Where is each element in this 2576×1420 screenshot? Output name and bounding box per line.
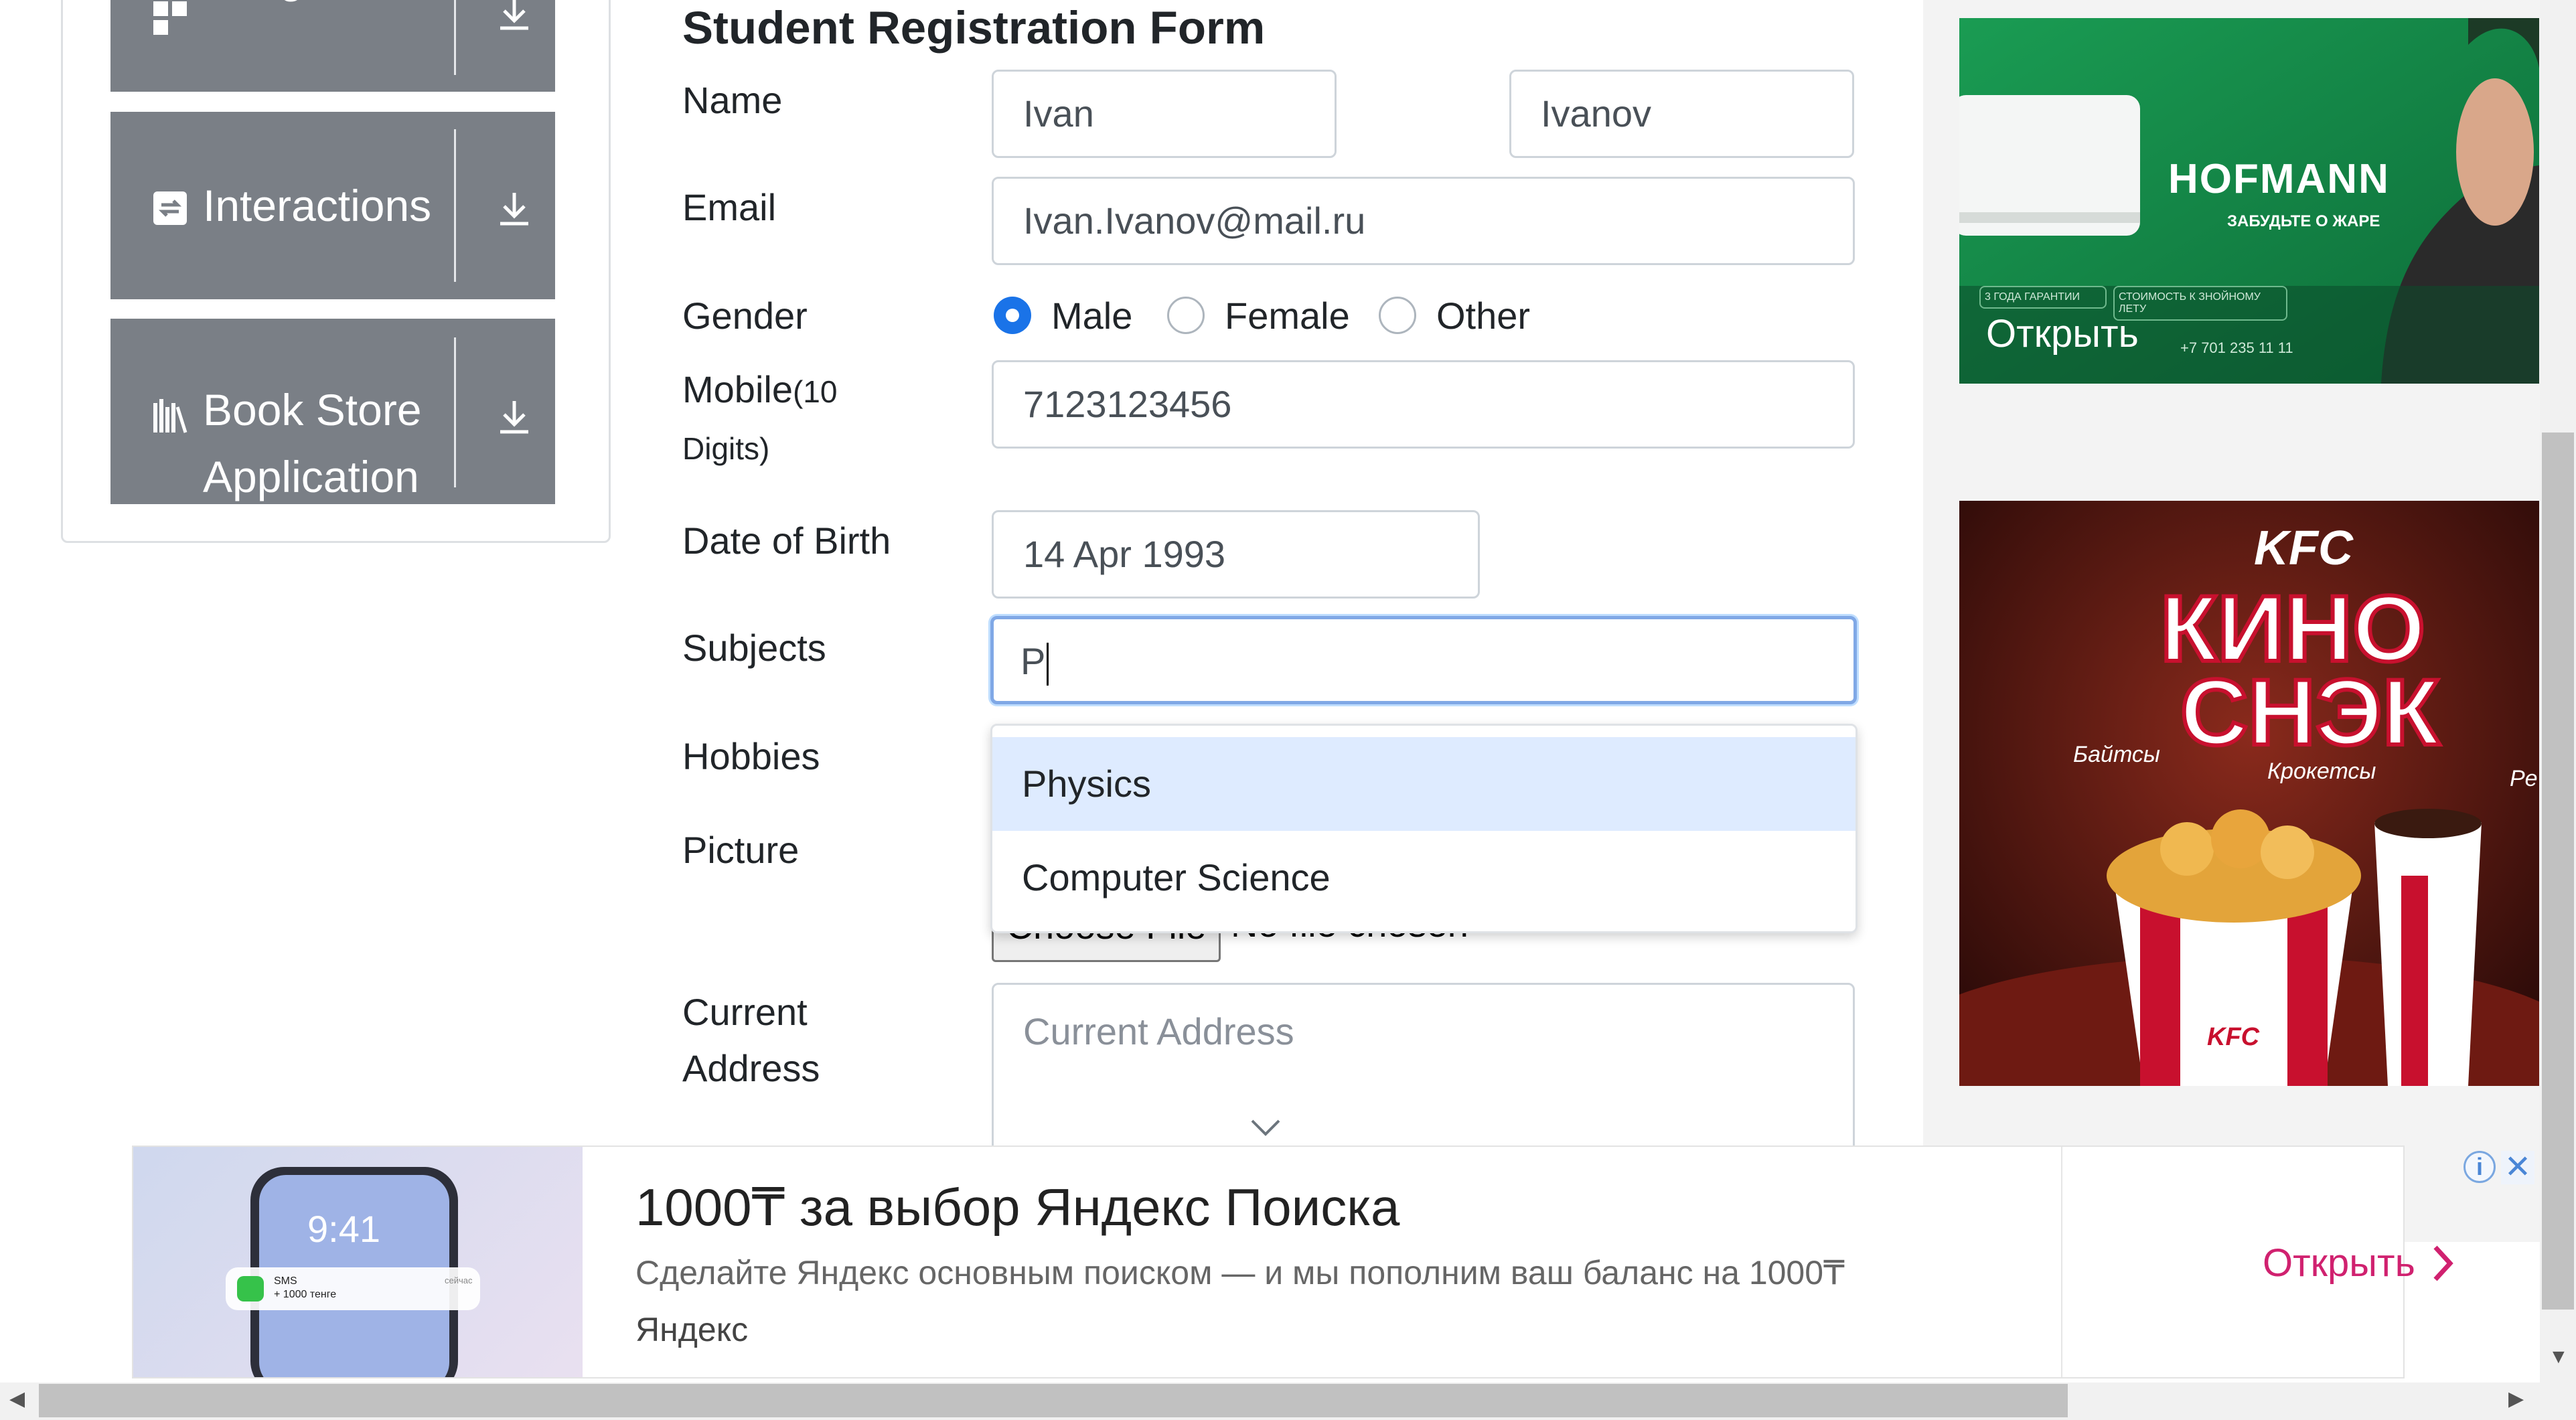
kfc-logo: KFC — [2254, 522, 2353, 575]
chevron-down-icon — [1251, 1119, 1280, 1136]
hofmann-badge: СТОИМОСТЬ К ЗНОЙНОМУ ЛЕТУ — [2113, 286, 2287, 321]
nav-divider — [454, 0, 456, 75]
dob-input[interactable]: 14 Apr 1993 — [992, 510, 1480, 599]
subjects-label: Subjects — [682, 627, 826, 669]
book-store-icon — [153, 399, 187, 433]
mobile-label: Mobile(10 — [682, 362, 837, 420]
subjects-dropdown: Physics Computer Science — [990, 724, 1858, 933]
download-icon[interactable] — [495, 189, 534, 228]
kfc-note: Байтсы — [2073, 742, 2160, 767]
gender-radio-female[interactable]: Female — [1167, 294, 1350, 337]
gender-option-label: Male — [1051, 294, 1133, 337]
banner-open-label: Открыть — [2263, 1241, 2415, 1285]
nav-label-widgets: Widgets — [203, 0, 362, 11]
banner-description: Сделайте Яндекс основным поиском — и мы … — [635, 1254, 1845, 1291]
page: Widgets Interactions Book Store Applicat… — [0, 0, 2576, 1420]
gender-option-label: Other — [1436, 294, 1531, 337]
subject-option-physics[interactable]: Physics — [992, 737, 1855, 831]
banner-phone-image: 9:41 SMS + 1000 тенге сейчас — [133, 1147, 583, 1377]
scroll-left-arrow-icon[interactable]: ◀ — [9, 1387, 25, 1411]
gender-option-label: Female — [1225, 294, 1350, 337]
ad-info-icon[interactable]: i — [2464, 1151, 2496, 1183]
email-label: Email — [682, 186, 777, 228]
picture-label: Picture — [682, 829, 800, 871]
banner-open-button[interactable]: Открыть — [2263, 1237, 2461, 1290]
nav-group-interactions[interactable]: Interactions — [110, 112, 555, 299]
scroll-right-arrow-icon[interactable]: ▶ — [2508, 1387, 2524, 1411]
nav-label-book-store: Book Store — [203, 385, 422, 435]
gender-radio-other[interactable]: Other — [1379, 294, 1531, 337]
subject-option-computer-science[interactable]: Computer Science — [992, 831, 1855, 925]
nav-divider — [454, 129, 456, 282]
current-address-label-line2: Address — [682, 1047, 820, 1089]
banner-brand: Яндекс — [635, 1311, 749, 1348]
gender-radio-male[interactable]: Male — [994, 294, 1133, 337]
dob-label: Date of Birth — [682, 520, 891, 562]
hobbies-label: Hobbies — [682, 735, 820, 777]
sms-title: SMS — [274, 1275, 297, 1287]
ad-close-icon[interactable]: ✕ — [2501, 1151, 2534, 1184]
mobile-hint-digits: Digits) — [682, 431, 770, 466]
nav-label-interactions: Interactions — [203, 181, 432, 230]
hofmann-brand: HOFMANN — [2168, 156, 2390, 202]
subjects-typed-text: P — [1020, 640, 1046, 682]
nav-label-application: Application — [203, 452, 419, 501]
interactions-icon — [153, 191, 187, 225]
subjects-input[interactable]: P — [990, 616, 1857, 704]
nav-divider — [454, 337, 456, 487]
hofmann-tagline: ЗАБУДЬТЕ О ЖАРЕ — [2227, 212, 2380, 230]
radio-selected-icon — [994, 297, 1031, 334]
scroll-down-arrow-icon[interactable]: ▼ — [2549, 1346, 2569, 1368]
kfc-title-line2: СНЭК — [2178, 657, 2441, 767]
widgets-icon — [153, 1, 187, 35]
gender-label: Gender — [682, 295, 808, 337]
sms-time: сейчас — [445, 1275, 473, 1285]
banner-title: 1000₸ за выбор Яндекс Поиска — [635, 1178, 1400, 1237]
hofmann-phone: +7 701 235 11 11 — [2180, 339, 2293, 356]
yandex-banner-ad[interactable]: 9:41 SMS + 1000 тенге сейчас 1000₸ за вы… — [132, 1146, 2534, 1378]
kfc-bucket-logo: KFC — [2207, 1023, 2260, 1051]
mobile-input[interactable]: 7123123456 — [992, 360, 1855, 449]
hofmann-ad[interactable]: HOFMANN ЗАБУДЬТЕ О ЖАРЕ 3 ГОДА ГАРАНТИИ … — [1959, 18, 2539, 384]
sms-text: + 1000 тенге — [274, 1289, 337, 1300]
text-cursor — [1047, 643, 1049, 686]
radio-empty-icon — [1379, 297, 1416, 334]
mobile-label-text: Mobile — [682, 368, 793, 410]
phone-illustration — [226, 1167, 480, 1377]
form-title: Student Registration Form — [682, 2, 1266, 54]
first-name-input[interactable]: Ivan — [992, 70, 1337, 158]
radio-empty-icon — [1167, 297, 1205, 334]
banner-divider — [2061, 1147, 2062, 1377]
email-input[interactable]: Ivan.Ivanov@mail.ru — [992, 177, 1855, 265]
download-icon[interactable] — [495, 397, 534, 436]
nav-group-widgets[interactable]: Widgets — [110, 0, 555, 92]
phone-time: 9:41 — [307, 1208, 380, 1250]
nav-group-book-store[interactable]: Book Store Application — [110, 319, 555, 504]
address-placeholder: Current Address — [1023, 1010, 1294, 1052]
kfc-ad[interactable]: KFC КИНО СНЭК Байтсы Крокетсы Pe KFC — [1959, 501, 2539, 1086]
kfc-note: Крокетсы — [2267, 759, 2376, 784]
hofmann-badge: 3 ГОДА ГАРАНТИИ — [1979, 286, 2107, 309]
horizontal-scroll-thumb[interactable] — [39, 1384, 2068, 1417]
hofmann-open-link[interactable]: Открыть — [1986, 311, 2139, 356]
chevron-right-icon — [2433, 1245, 2453, 1281]
vertical-scroll-thumb[interactable] — [2542, 432, 2574, 1310]
last-name-input[interactable]: Ivanov — [1509, 70, 1854, 158]
mobile-hint: (10 — [792, 374, 838, 409]
kfc-note: Pe — [2510, 766, 2538, 791]
download-icon[interactable] — [495, 0, 534, 32]
name-label: Name — [682, 79, 783, 121]
current-address-label: Current — [682, 991, 808, 1033]
